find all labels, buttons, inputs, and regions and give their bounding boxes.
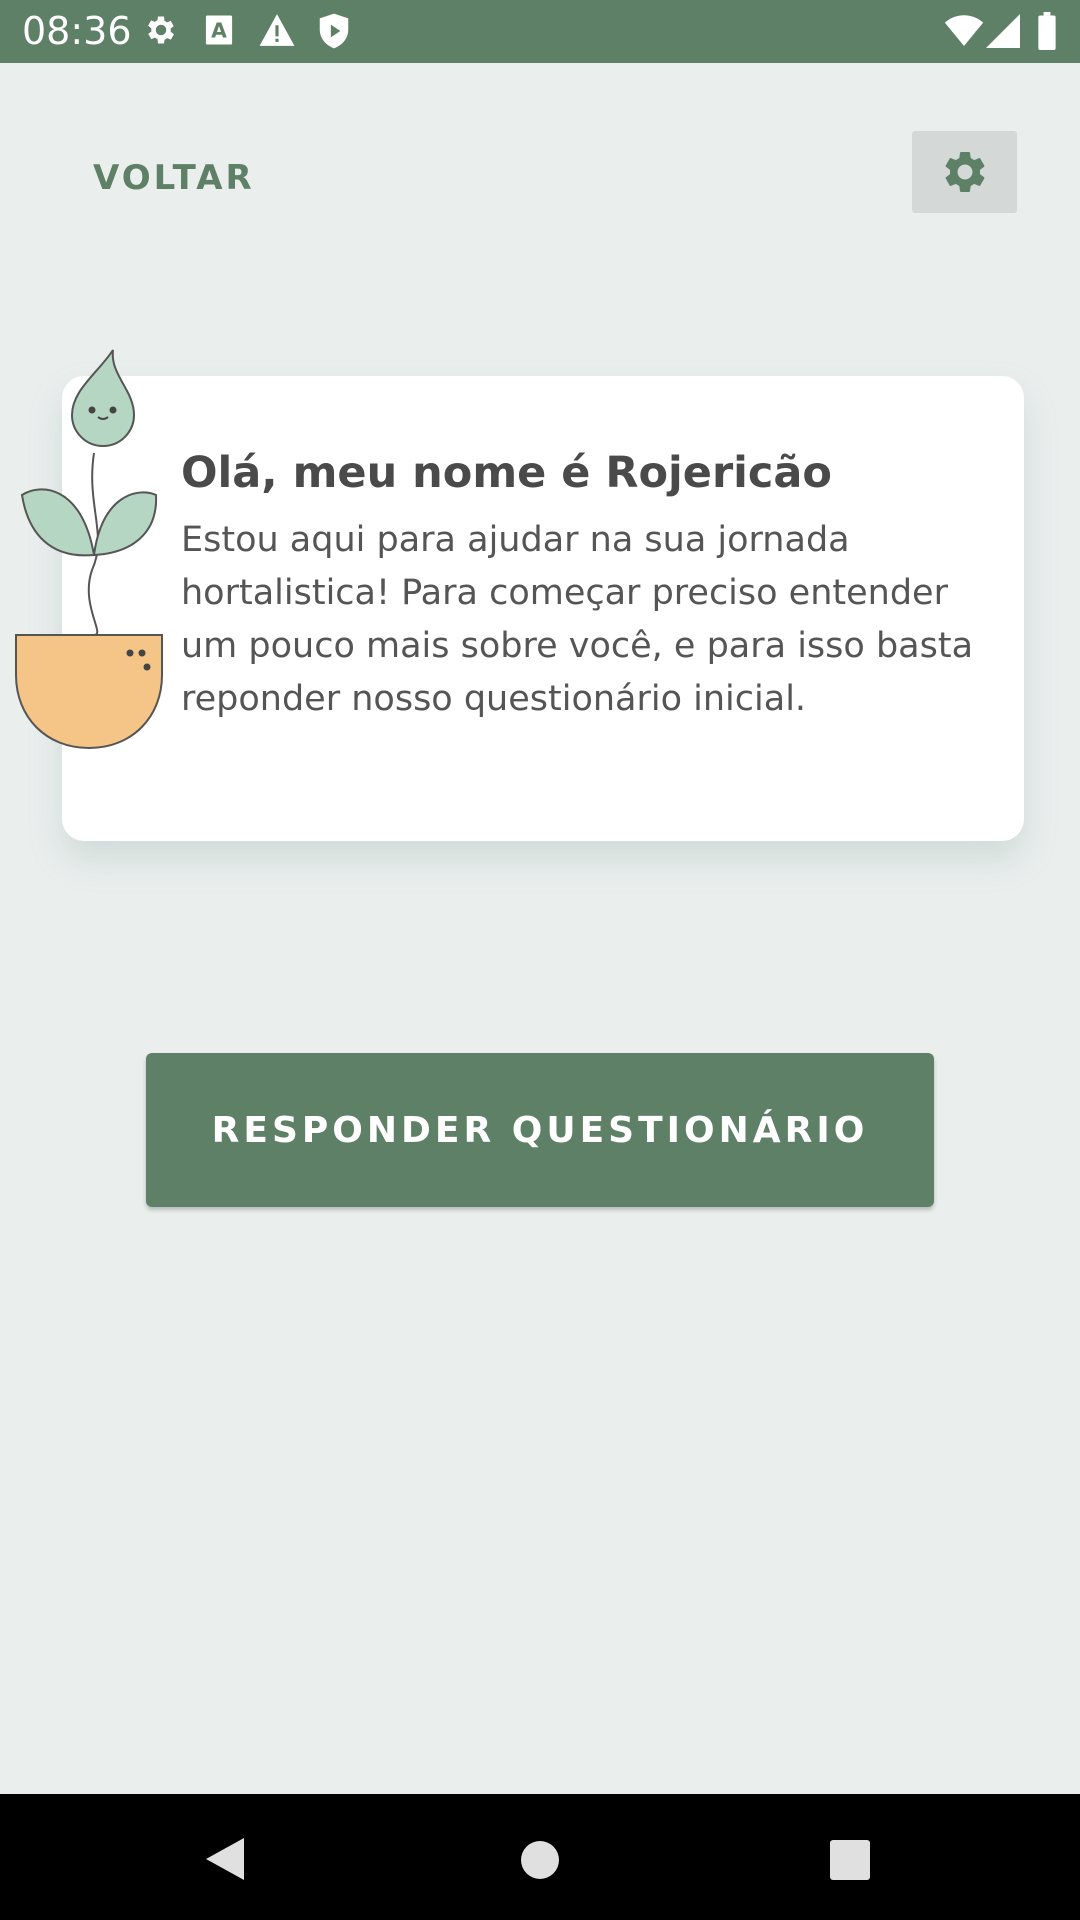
recents-icon[interactable] — [830, 1840, 870, 1885]
battery-icon — [1036, 12, 1058, 50]
screen: 08:36 A VOLTAR Olá, meu nome é Rojericão… — [0, 0, 1080, 1920]
svg-text:A: A — [211, 18, 227, 42]
settings-icon — [143, 12, 179, 48]
warning-icon — [258, 12, 296, 48]
nav-bar — [0, 1794, 1080, 1920]
card-title: Olá, meu nome é Rojericão — [181, 448, 832, 498]
home-icon[interactable] — [520, 1840, 560, 1885]
wifi-icon — [944, 14, 984, 48]
plant-mascot-icon — [15, 349, 163, 750]
text-icon: A — [203, 12, 235, 48]
status-time: 08:36 — [22, 9, 132, 53]
gear-icon — [945, 151, 985, 192]
back-button[interactable]: VOLTAR — [93, 156, 255, 200]
card-body: Estou aqui para ajudar na sua jornada ho… — [181, 520, 974, 719]
answer-questionnaire-button[interactable]: RESPONDER QUESTIONÁRIO — [146, 1053, 934, 1207]
signal-icon — [986, 14, 1020, 48]
status-bar: 08:36 A — [0, 0, 1080, 63]
back-icon[interactable] — [204, 1836, 246, 1887]
shield-icon — [318, 12, 350, 50]
settings-button[interactable] — [912, 131, 1017, 213]
